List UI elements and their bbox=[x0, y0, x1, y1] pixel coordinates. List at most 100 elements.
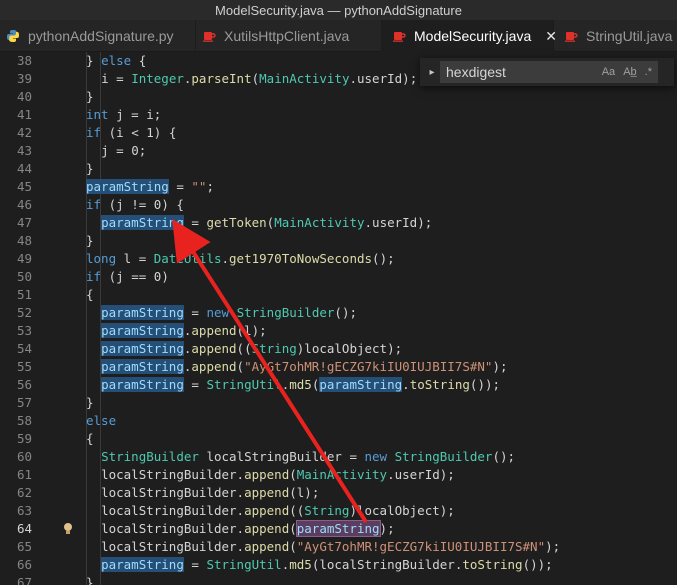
code-line[interactable]: 40} bbox=[0, 88, 677, 106]
tab-label: ModelSecurity.java bbox=[414, 28, 532, 44]
code-line[interactable]: 62 localStringBuilder.append(l); bbox=[0, 484, 677, 502]
line-number: 59 bbox=[16, 431, 32, 446]
code-line[interactable]: 60 StringBuilder localStringBuilder = ne… bbox=[0, 448, 677, 466]
code-text: int j = i; bbox=[86, 107, 162, 122]
code-text: if (j == 0) bbox=[86, 269, 169, 284]
code-text: StringBuilder localStringBuilder = new S… bbox=[101, 449, 516, 464]
code-line[interactable]: 56 paramString = StringUtil.md5(paramStr… bbox=[0, 376, 677, 394]
code-text: paramString.append(l); bbox=[101, 323, 267, 338]
code-line[interactable]: 52 paramString = new StringBuilder(); bbox=[0, 304, 677, 322]
regex-toggle[interactable]: .* bbox=[645, 66, 652, 78]
line-number: 39 bbox=[16, 71, 32, 86]
code-text: } else { bbox=[86, 53, 147, 68]
code-text: paramString = new StringBuilder(); bbox=[101, 305, 357, 320]
line-number: 54 bbox=[16, 341, 32, 356]
code-text: long l = DateUtils.get1970ToNowSeconds()… bbox=[86, 251, 395, 266]
code-text: } bbox=[86, 89, 94, 104]
tab-string-util[interactable]: StringUtil.java bbox=[554, 20, 677, 52]
line-number: 44 bbox=[16, 161, 32, 176]
code-text: if (i < 1) { bbox=[86, 125, 177, 140]
line-number: 48 bbox=[16, 233, 32, 248]
java-cup-icon bbox=[564, 29, 578, 43]
code-editor[interactable]: 38} else {39 i = Integer.parseInt(MainAc… bbox=[0, 52, 677, 585]
code-line[interactable]: 55 paramString.append("AyGt7ohMR!gECZG7k… bbox=[0, 358, 677, 376]
code-line[interactable]: 59 { bbox=[0, 430, 677, 448]
code-line[interactable]: 43 j = 0; bbox=[0, 142, 677, 160]
code-text: j = 0; bbox=[101, 143, 147, 158]
code-text: paramString = ""; bbox=[86, 179, 214, 194]
line-number: 53 bbox=[16, 323, 32, 338]
tab-label: StringUtil.java bbox=[586, 28, 673, 44]
code-text: } bbox=[86, 575, 94, 585]
code-text: localStringBuilder.append((String)localO… bbox=[101, 503, 455, 518]
code-text: } bbox=[86, 233, 94, 248]
toggle-replace-icon[interactable]: ▸ bbox=[424, 67, 440, 78]
code-text: paramString = StringUtil.md5(paramString… bbox=[101, 377, 501, 392]
code-text: else bbox=[86, 413, 117, 428]
code-text: i = Integer.parseInt(MainActivity.userId… bbox=[101, 71, 418, 86]
code-text: paramString.append("AyGt7ohMR!gECZG7kiIU… bbox=[101, 359, 508, 374]
code-line[interactable]: 57} bbox=[0, 394, 677, 412]
code-line[interactable]: 65 localStringBuilder.append("AyGt7ohMR!… bbox=[0, 538, 677, 556]
code-line[interactable]: 67} bbox=[0, 574, 677, 585]
line-number: 56 bbox=[16, 377, 32, 392]
line-number: 41 bbox=[16, 107, 32, 122]
line-number: 52 bbox=[16, 305, 32, 320]
code-line[interactable]: 41 int j = i; bbox=[0, 106, 677, 124]
line-number: 42 bbox=[16, 125, 32, 140]
code-line[interactable]: 49 long l = DateUtils.get1970ToNowSeconds… bbox=[0, 250, 677, 268]
line-number: 60 bbox=[16, 449, 32, 464]
code-line[interactable]: 44} bbox=[0, 160, 677, 178]
code-text: { bbox=[86, 431, 94, 446]
code-line[interactable]: 51 { bbox=[0, 286, 677, 304]
match-case-toggle[interactable]: Aa bbox=[602, 66, 615, 78]
code-line[interactable]: 61 localStringBuilder.append(MainActivit… bbox=[0, 466, 677, 484]
find-query: hexdigest bbox=[446, 64, 506, 80]
line-number: 64 bbox=[16, 521, 32, 536]
tab-model-security[interactable]: ModelSecurity.java ✕ bbox=[382, 20, 557, 52]
python-icon bbox=[6, 29, 20, 43]
line-number: 62 bbox=[16, 485, 32, 500]
line-number: 47 bbox=[16, 215, 32, 230]
code-line[interactable]: 46 if (j != 0) { bbox=[0, 196, 677, 214]
code-line[interactable]: 58 else bbox=[0, 412, 677, 430]
tab-python-add-signature[interactable]: pythonAddSignature.py bbox=[0, 20, 196, 52]
line-number: 49 bbox=[16, 251, 32, 266]
code-text: localStringBuilder.append("AyGt7ohMR!gEC… bbox=[101, 539, 561, 554]
code-line[interactable]: 64 localStringBuilder.append(paramString… bbox=[0, 520, 677, 538]
code-text: paramString = getToken(MainActivity.user… bbox=[101, 215, 433, 230]
lightbulb-icon[interactable] bbox=[62, 522, 74, 536]
line-number: 66 bbox=[16, 557, 32, 572]
line-number: 67 bbox=[16, 575, 32, 585]
code-text: localStringBuilder.append(MainActivity.u… bbox=[101, 467, 455, 482]
code-line[interactable]: 45 paramString = ""; bbox=[0, 178, 677, 196]
code-line[interactable]: 53 paramString.append(l); bbox=[0, 322, 677, 340]
code-line[interactable]: 50 if (j == 0) bbox=[0, 268, 677, 286]
code-text: } bbox=[86, 395, 94, 410]
code-text: localStringBuilder.append(paramString); bbox=[101, 520, 395, 537]
code-text: localStringBuilder.append(l); bbox=[101, 485, 320, 500]
line-number: 51 bbox=[16, 287, 32, 302]
line-number: 40 bbox=[16, 89, 32, 104]
code-line[interactable]: 63 localStringBuilder.append((String)loc… bbox=[0, 502, 677, 520]
code-text: if (j != 0) { bbox=[86, 197, 184, 212]
code-text: { bbox=[86, 287, 94, 302]
line-number: 46 bbox=[16, 197, 32, 212]
code-text: } bbox=[86, 161, 94, 176]
tab-xutils-http-client[interactable]: XutilsHttpClient.java bbox=[196, 20, 382, 52]
find-input[interactable]: hexdigest Aa Ab̲ .* bbox=[440, 61, 658, 83]
line-number: 50 bbox=[16, 269, 32, 284]
code-line[interactable]: 47 paramString = getToken(MainActivity.u… bbox=[0, 214, 677, 232]
tab-label: XutilsHttpClient.java bbox=[224, 28, 350, 44]
code-line[interactable]: 42 if (i < 1) { bbox=[0, 124, 677, 142]
find-widget: ▸ hexdigest Aa Ab̲ .* bbox=[420, 58, 674, 86]
code-line[interactable]: 54 paramString.append((String)localObjec… bbox=[0, 340, 677, 358]
line-number: 43 bbox=[16, 143, 32, 158]
tab-label: pythonAddSignature.py bbox=[28, 28, 174, 44]
whole-word-toggle[interactable]: Ab̲ bbox=[623, 66, 636, 78]
code-line[interactable]: 66 paramString = StringUtil.md5(localStr… bbox=[0, 556, 677, 574]
code-line[interactable]: 48} bbox=[0, 232, 677, 250]
code-text: paramString.append((String)localObject); bbox=[101, 341, 403, 356]
tab-bar: pythonAddSignature.py XutilsHttpClient.j… bbox=[0, 20, 677, 52]
window-title: ModelSecurity.java — pythonAddSignature bbox=[0, 0, 677, 20]
